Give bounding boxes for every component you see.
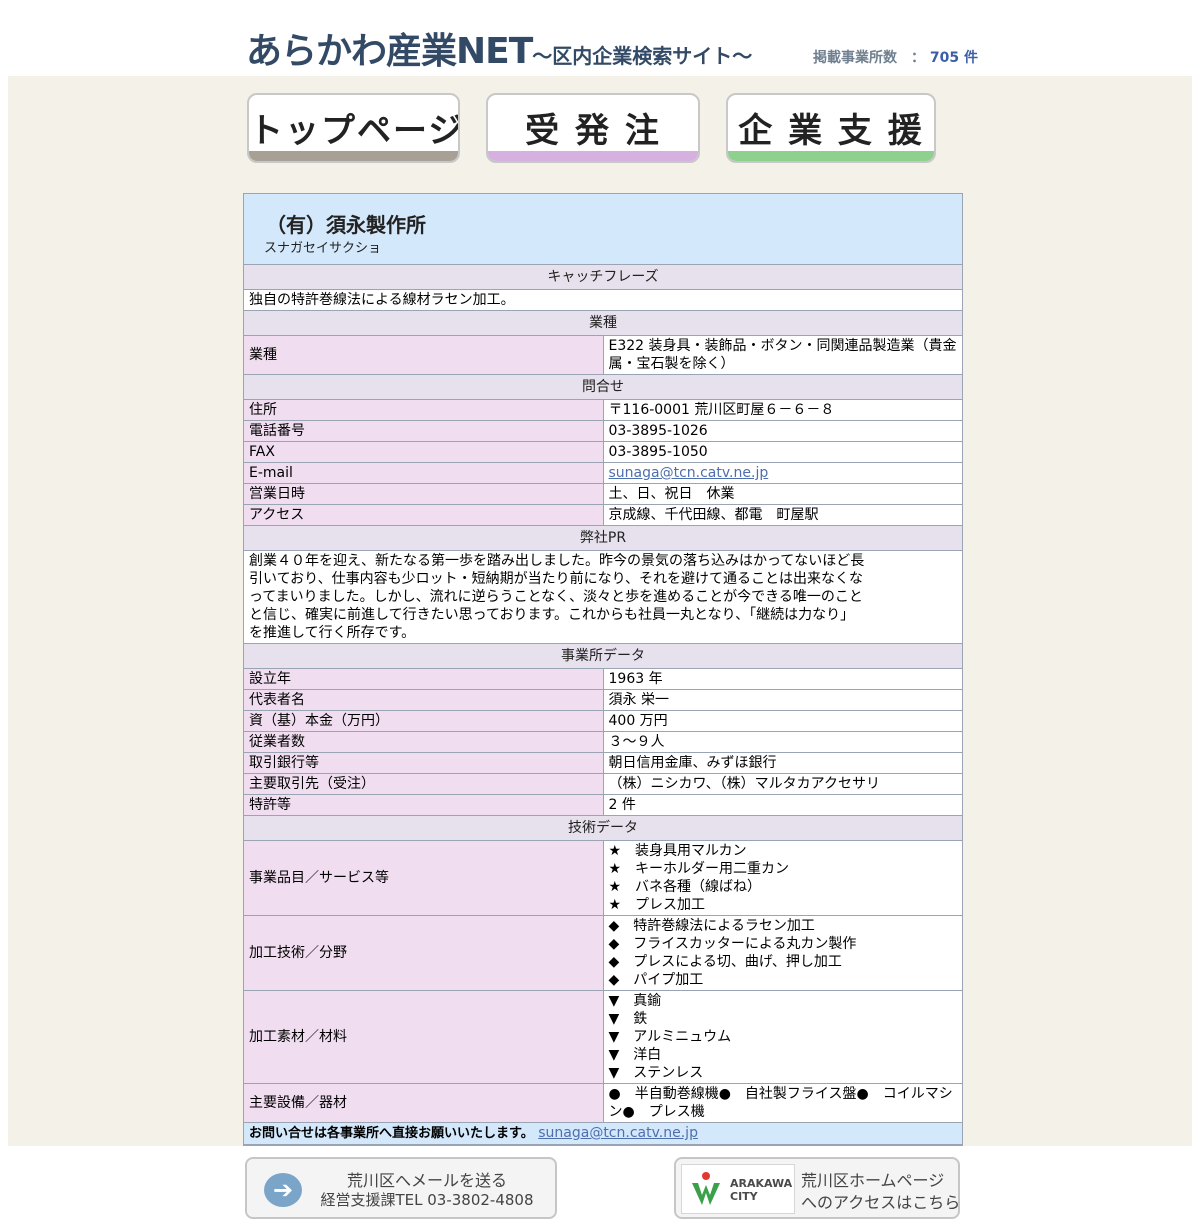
arakawa-city-logo: ARAKAWA CITY	[681, 1164, 795, 1214]
capital-value: 400 万円	[602, 710, 962, 732]
employees-label: 従業者数	[244, 731, 604, 753]
phone-value: 03-3895-1026	[602, 420, 962, 442]
nav-top-page-label: トップページ	[249, 111, 460, 151]
nav-orders-label: 受 発 注	[525, 111, 661, 151]
clients-label: 主要取引先（受注）	[244, 773, 604, 795]
company-kana: スナガセイサクショ	[264, 241, 382, 256]
company-header: （有）須永製作所 スナガセイサクショ	[244, 194, 962, 265]
nav-orders-base	[488, 151, 698, 161]
list-item: ★ 装身具用マルカン	[608, 843, 747, 859]
company-detail: （有）須永製作所 スナガセイサクショ キャッチフレーズ 独自の特許巻線法による線…	[243, 193, 963, 1146]
city-homepage-button[interactable]: ARAKAWA CITY 荒川区ホームページ へのアクセスはこちら	[674, 1157, 960, 1219]
company-table: キャッチフレーズ 独自の特許巻線法による線材ラセン加工。 業種 業種 E322 …	[244, 265, 962, 1145]
industry-value: E322 装身具・装飾品・ボタン・同関連品製造業（貴金属・宝石製を除く）	[602, 335, 962, 375]
nav-top-page-button[interactable]: トップページ	[247, 93, 460, 163]
industry-label: 業種	[244, 335, 604, 375]
employees-value: ３～９人	[602, 731, 962, 753]
founded-value: 1963 年	[602, 668, 962, 690]
send-mail-label: 荒川区へメールを送る	[346, 1171, 507, 1190]
patents-label: 特許等	[244, 794, 604, 816]
list-item: ★ バネ各種（線ばね）	[608, 879, 762, 895]
arakawa-logo-icon	[692, 1172, 720, 1205]
pr-line: と信じ、確実に前進して行きたい思っております。これからも社員一丸となり、「継続は…	[249, 607, 855, 623]
company-name: （有）須永製作所	[266, 213, 426, 237]
support-division-phone: 経営支援課TEL 03-3802-4808	[320, 1191, 534, 1209]
fax-value: 03-3895-1050	[602, 441, 962, 463]
equipment-value: ● 半自動巻線機● 自社製フライス盤● コイルマシン● プレス機	[602, 1083, 962, 1123]
list-item: ▼ ステンレス	[608, 1065, 704, 1081]
section-tech: 技術データ	[244, 815, 962, 841]
hours-value: 土、日、祝日 休業	[602, 483, 962, 505]
pr-line: 創業４０年を迎え、新たなる第一歩を踏み出しました。昨今の景気の落ち込みはかってな…	[249, 553, 865, 569]
pr-line: ってまいりました。しかし、流れに逆らうことなく、淡々と歩を進めることが今できる唯…	[249, 589, 863, 605]
city-logo-line1: ARAKAWA	[730, 1177, 793, 1190]
products-label: 事業品目／サービス等	[244, 840, 604, 916]
city-homepage-sublabel: へのアクセスはこちら	[801, 1193, 961, 1212]
listing-count: 掲載事業所数 ： 705 件	[813, 47, 978, 67]
site-title[interactable]: あらかわ産業NET〜区内企業検索サイト〜	[246, 22, 752, 74]
site-header: あらかわ産業NET〜区内企業検索サイト〜 掲載事業所数 ： 705 件	[0, 0, 1200, 76]
nav-top-page-base	[249, 151, 458, 161]
list-item: ▼ 洋白	[608, 1047, 662, 1063]
nav-support-base	[728, 151, 934, 161]
listing-count-value: 705 件	[929, 50, 978, 66]
inquiry-note: お問い合せは各事業所へ直接お願いいたします。 sunaga@tcn.catv.n…	[244, 1122, 962, 1145]
materials-list: ▼ 真鍮 ▼ 鉄 ▼ アルミニュウム ▼ 洋白 ▼ ステンレス	[602, 990, 962, 1084]
hours-label: 営業日時	[244, 483, 604, 505]
materials-label: 加工素材／材料	[244, 990, 604, 1084]
list-item: ▼ 真鍮	[608, 993, 662, 1009]
section-industry: 業種	[244, 310, 962, 336]
list-item: ▼ アルミニュウム	[608, 1029, 732, 1045]
phone-label: 電話番号	[244, 420, 604, 442]
access-label: アクセス	[244, 504, 604, 526]
site-title-sub: 〜区内企業検索サイト〜	[532, 44, 753, 68]
nav-support-button[interactable]: 企 業 支 援	[726, 93, 936, 163]
section-pr: 弊社PR	[244, 525, 962, 551]
pr-line: 引いており、仕事内容も少ロット・短納期が当たり前になり、それを避けて通ることは出…	[249, 571, 864, 587]
patents-value: 2 件	[602, 794, 962, 816]
city-homepage-label: 荒川区ホームページ	[801, 1171, 945, 1190]
email-label: E-mail	[244, 462, 604, 484]
list-item: ★ キーホルダー用二重カン	[608, 861, 790, 877]
listing-count-label: 掲載事業所数 ：	[813, 50, 925, 66]
banks-label: 取引銀行等	[244, 752, 604, 774]
section-contact: 問合せ	[244, 374, 962, 400]
section-office: 事業所データ	[244, 643, 962, 669]
city-logo-line2: CITY	[730, 1190, 758, 1203]
processing-label: 加工技術／分野	[244, 915, 604, 991]
fax-label: FAX	[244, 441, 604, 463]
pr-line: を推進して行く所存です。	[249, 625, 416, 641]
list-item: ◆ プレスによる切、曲げ、押し加工	[608, 954, 842, 970]
city-logo-text: ARAKAWA CITY	[730, 1177, 792, 1203]
email-link[interactable]: sunaga@tcn.catv.ne.jp	[609, 465, 769, 481]
send-mail-to-city-button[interactable]: ➔ 荒川区へメールを送る 経営支援課TEL 03-3802-4808	[245, 1157, 557, 1219]
clients-value: （株）ニシカワ、（株）マルタカアクセサリ	[602, 773, 962, 795]
nav-support-label: 企 業 支 援	[738, 111, 924, 151]
list-item: ◆ 特許巻線法によるラセン加工	[608, 918, 815, 934]
address-label: 住所	[244, 399, 604, 421]
products-list: ★ 装身具用マルカン ★ キーホルダー用二重カン ★ バネ各種（線ばね） ★ プ…	[602, 840, 962, 916]
inquiry-note-text: お問い合せは各事業所へ直接お願いいたします。	[249, 1126, 534, 1141]
equipment-label: 主要設備／器材	[244, 1083, 604, 1123]
access-value: 京成線、千代田線、都電 町屋駅	[602, 504, 962, 526]
inquiry-email-link[interactable]: sunaga@tcn.catv.ne.jp	[538, 1125, 698, 1141]
founded-label: 設立年	[244, 668, 604, 690]
site-title-main: あらかわ産業NET	[246, 31, 533, 72]
banks-value: 朝日信用金庫、みずほ銀行	[602, 752, 962, 774]
section-catchphrase: キャッチフレーズ	[244, 265, 962, 290]
pr-text: 創業４０年を迎え、新たなる第一歩を踏み出しました。昨今の景気の落ち込みはかってな…	[244, 550, 962, 644]
representative-label: 代表者名	[244, 689, 604, 711]
processing-list: ◆ 特許巻線法によるラセン加工 ◆ フライスカッターによる丸カン製作 ◆ プレス…	[602, 915, 962, 991]
email-cell: sunaga@tcn.catv.ne.jp	[602, 462, 962, 484]
nav-orders-button[interactable]: 受 発 注	[486, 93, 700, 163]
list-item: ★ プレス加工	[608, 897, 706, 913]
list-item: ▼ 鉄	[608, 1011, 648, 1027]
list-item: ◆ パイプ加工	[608, 972, 704, 988]
representative-value: 須永 栄一	[602, 689, 962, 711]
address-value: 〒116-0001 荒川区町屋６－６－８	[602, 399, 962, 421]
capital-label: 資（基）本金（万円）	[244, 710, 604, 732]
list-item: ◆ フライスカッターによる丸カン製作	[608, 936, 857, 952]
arrow-right-icon: ➔	[264, 1173, 302, 1207]
catchphrase-value: 独自の特許巻線法による線材ラセン加工。	[244, 289, 962, 311]
